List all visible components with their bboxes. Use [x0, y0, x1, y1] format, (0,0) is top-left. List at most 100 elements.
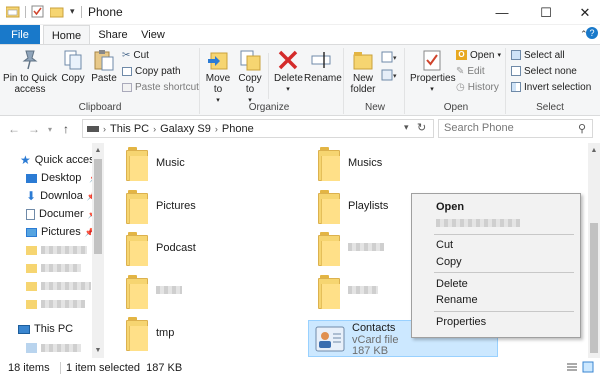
tab-file[interactable]: File: [0, 25, 40, 45]
nav-this-pc-label: This PC: [34, 323, 74, 335]
delete-button[interactable]: Delete ▾: [274, 49, 303, 95]
folder-icon: [318, 190, 340, 224]
nav-desktop[interactable]: Desktop 📌: [26, 169, 99, 187]
nav-documents[interactable]: Documer 📌: [26, 205, 98, 223]
move-to-label: Move to: [205, 73, 231, 95]
menu-redacted-item[interactable]: [436, 218, 520, 230]
menu-open[interactable]: Open: [436, 201, 464, 213]
new-folder-button[interactable]: New folder: [348, 49, 378, 95]
properties-button[interactable]: Properties ▾: [410, 49, 456, 95]
folder-item[interactable]: Pictures: [126, 190, 196, 230]
paste-button[interactable]: Paste: [90, 49, 118, 84]
easy-access-icon[interactable]: ▾: [381, 69, 399, 84]
tab-home[interactable]: Home: [43, 25, 90, 45]
address-dropdown-icon[interactable]: ▾: [404, 122, 409, 133]
move-to-dropdown-icon: ▾: [216, 97, 220, 104]
nav-device-redacted[interactable]: [26, 339, 81, 357]
folder-item[interactable]: Podcast: [126, 232, 196, 272]
select-none-icon: [511, 66, 521, 76]
up-arrow-icon[interactable]: ↑: [63, 122, 69, 136]
breadcrumb-galaxy-s9[interactable]: Galaxy S9: [160, 123, 211, 135]
move-to-button[interactable]: Move to ▾: [204, 49, 232, 106]
forward-arrow-icon[interactable]: →: [28, 122, 40, 136]
menu-rename[interactable]: Rename: [436, 294, 478, 306]
delete-x-icon: [278, 50, 298, 70]
folder-item[interactable]: [318, 275, 378, 315]
invert-selection-label: Invert selection: [524, 81, 592, 93]
redacted-text: [156, 286, 182, 294]
minimize-button[interactable]: —: [482, 0, 522, 25]
open-icon: O: [456, 50, 467, 60]
delete-label: Delete: [274, 73, 303, 84]
tab-view[interactable]: View: [138, 25, 168, 45]
pin-quick-access-button[interactable]: Pin to Quick access: [3, 49, 57, 95]
folder-item[interactable]: Musics: [318, 147, 382, 187]
maximize-button[interactable]: ☐: [526, 0, 566, 25]
scroll-down-icon[interactable]: ▼: [93, 347, 103, 354]
select-none-label: Select none: [524, 65, 577, 77]
folder-item[interactable]: Music: [126, 147, 185, 187]
redacted-text: [41, 282, 91, 290]
nav-this-pc[interactable]: This PC: [18, 320, 73, 338]
select-all-icon: [511, 50, 521, 60]
cut-button[interactable]: ✂ Cut: [122, 48, 149, 62]
copy-button[interactable]: Copy: [60, 49, 86, 84]
folder-item[interactable]: Playlists: [318, 190, 388, 230]
quick-access-toolbar: ▾: [6, 5, 82, 18]
properties-check-icon[interactable]: [31, 5, 44, 18]
rename-label: Rename: [304, 73, 342, 84]
refresh-icon[interactable]: ↻: [417, 121, 426, 134]
folder-item[interactable]: tmp: [126, 317, 174, 357]
select-all-button[interactable]: Select all: [511, 48, 565, 62]
history-button[interactable]: ◷ History: [456, 80, 499, 94]
nav-folder-redacted[interactable]: [26, 277, 91, 295]
large-icons-view-icon[interactable]: [582, 361, 594, 376]
address-bar[interactable]: › This PC › Galaxy S9 › Phone ▾ ↻: [82, 119, 434, 138]
nav-folder-redacted[interactable]: [26, 241, 87, 259]
copy-label: Copy: [61, 73, 85, 84]
new-item-icon[interactable]: ▾: [381, 51, 399, 66]
tab-share[interactable]: Share: [96, 25, 130, 45]
scroll-up-icon[interactable]: ▲: [589, 147, 599, 154]
select-none-button[interactable]: Select none: [511, 64, 577, 78]
close-button[interactable]: ✕: [565, 0, 600, 25]
details-view-icon[interactable]: [566, 361, 578, 376]
breadcrumb-this-pc[interactable]: This PC: [110, 123, 149, 135]
open-button[interactable]: O Open ▾: [456, 48, 501, 62]
edit-button[interactable]: ✎ Edit: [456, 64, 485, 78]
nav-downloads[interactable]: ⬇ Downloa 📌: [26, 187, 97, 205]
file-size: 187 KB: [352, 345, 389, 357]
ribbon: Pin to Quick access Copy Paste ✂ Cut Cop…: [0, 44, 600, 116]
nav-pane-scrollbar[interactable]: ▲ ▼: [92, 143, 104, 358]
menu-delete[interactable]: Delete: [436, 278, 468, 290]
recent-locations-chevron-icon[interactable]: ▾: [48, 125, 52, 134]
nav-folder-redacted[interactable]: [26, 259, 81, 277]
redacted-text: [41, 300, 85, 308]
main-scroll-thumb[interactable]: [590, 223, 598, 353]
folder-name: Playlists: [348, 200, 389, 212]
breadcrumb-phone[interactable]: Phone: [222, 123, 254, 135]
customize-toolbar-chevron-icon[interactable]: ▾: [70, 6, 75, 17]
rename-button[interactable]: Rename: [304, 49, 342, 84]
folder-item[interactable]: [126, 275, 182, 315]
folder-item[interactable]: [318, 232, 384, 272]
folder-icon: [26, 263, 37, 273]
folder-name: Music: [156, 157, 185, 169]
menu-properties[interactable]: Properties: [436, 316, 486, 328]
invert-selection-button[interactable]: Invert selection: [511, 80, 591, 94]
nav-folder-redacted[interactable]: [26, 295, 85, 313]
file-list-scrollbar[interactable]: ▲: [588, 143, 600, 358]
new-folder-icon[interactable]: [50, 6, 64, 18]
copy-path-button[interactable]: Copy path: [122, 64, 181, 78]
nav-scroll-thumb[interactable]: [94, 159, 102, 254]
help-icon[interactable]: ?: [586, 27, 598, 39]
nav-pictures[interactable]: Pictures 📌: [26, 223, 95, 241]
scroll-up-icon[interactable]: ▲: [93, 147, 103, 154]
paste-shortcut-button[interactable]: Paste shortcut: [122, 80, 199, 94]
menu-cut[interactable]: Cut: [436, 239, 453, 251]
search-input[interactable]: Search Phone: [438, 119, 593, 138]
nav-quick-access[interactable]: ★ Quick access: [20, 151, 100, 169]
copy-to-button[interactable]: Copy to ▾: [236, 49, 264, 106]
menu-copy[interactable]: Copy: [436, 256, 462, 268]
back-arrow-icon[interactable]: ←: [8, 122, 20, 136]
